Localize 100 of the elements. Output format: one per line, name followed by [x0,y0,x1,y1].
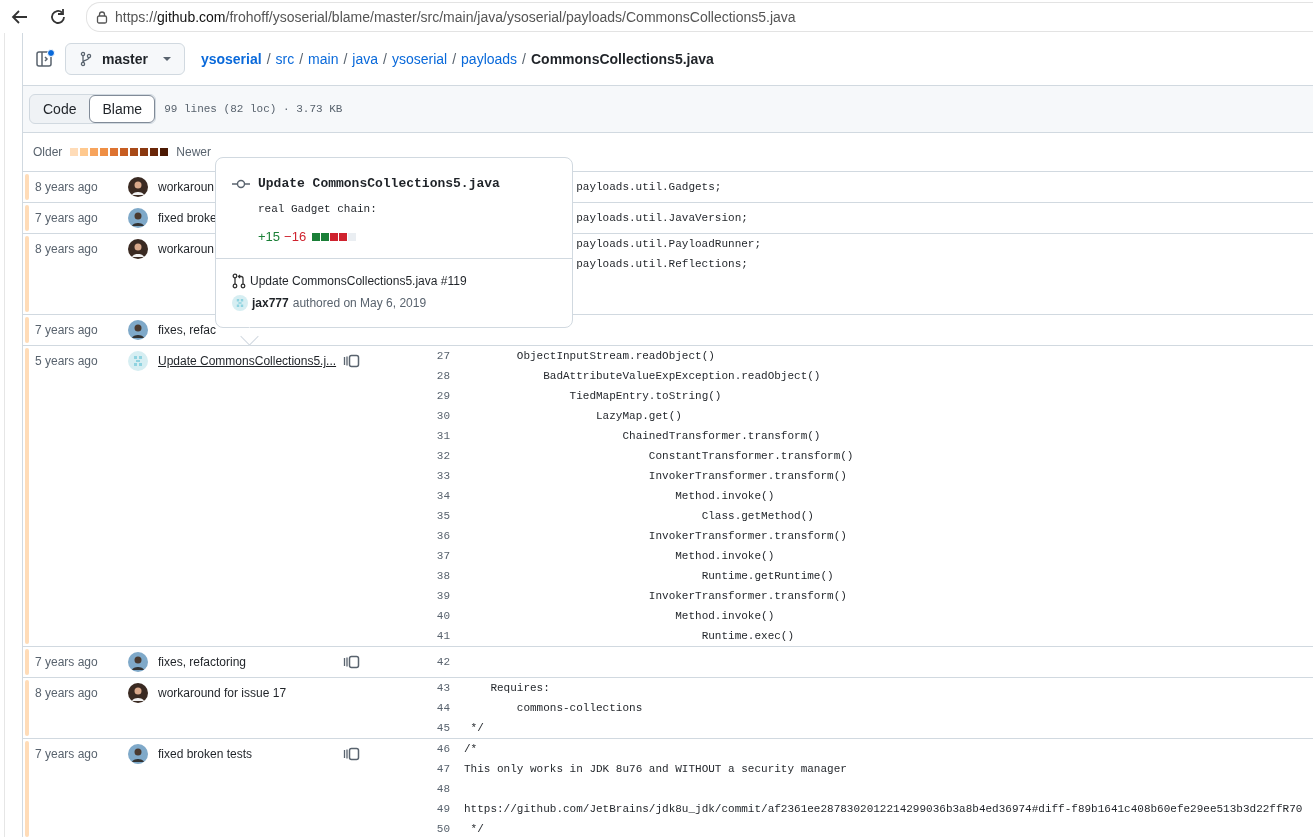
avatar-icon[interactable] [128,239,148,259]
code-line: commons-collections [515,702,643,714]
code-line: InvokerTransformer.transform() [647,470,847,482]
code-line: payloads.util.PayloadRunner; [576,238,762,250]
code-line: payloads.util.Gadgets; [576,181,722,193]
code-line: LazyMap.get() [595,410,682,422]
commit-icon [232,178,250,189]
code-line: */ [469,823,484,835]
commit-title[interactable]: Update CommonsCollections5.java [258,176,500,191]
commit-message[interactable]: workaround for issue 17 [158,683,343,703]
breadcrumb-link[interactable]: java [352,51,379,67]
view-tab[interactable]: Blame [89,95,156,123]
code-line: /* [464,743,478,755]
legend-label: Older [33,145,63,159]
view-tab[interactable]: Code [30,95,90,123]
line-number: 31 [436,430,450,442]
avatar-icon[interactable] [128,177,148,197]
pull-request-icon [232,273,246,289]
line-number: 36 [436,530,450,542]
sidebar-toggle-icon[interactable] [35,49,55,69]
commit-description: real Gadget chain: [258,203,378,215]
avatar-icon[interactable] [128,683,148,703]
line-number: 39 [436,590,450,602]
reblame-icon[interactable] [343,747,361,761]
commit-age: 5 years ago [35,353,99,370]
line-number: 40 [436,610,450,622]
commit-age: 8 years ago [35,241,99,258]
line-number: 32 [436,450,450,462]
line-number: 41 [436,630,450,642]
code-line: TiedMapEntry.toString() [568,390,722,402]
avatar-icon[interactable] [128,208,148,228]
avatar-icon[interactable] [128,744,148,764]
line-number: 38 [436,570,450,582]
commit-age: 8 years ago [35,685,99,702]
breadcrumb-separator: / [452,51,457,67]
line-number: 35 [436,510,450,522]
breadcrumb-link[interactable]: ysoserial [391,51,448,67]
line-number: 42 [436,656,450,668]
branch-icon [78,51,94,67]
code-line: Runtime.getRuntime() [700,570,834,582]
code-line: Runtime.exec() [700,630,795,642]
breadcrumb-separator: / [522,51,526,67]
address-bar[interactable]: https://github.com/frohoff/ysoserial/blame/master/src/main/java/ysoserial/payloads/CommonsCollections5.java [86,1,1313,32]
breadcrumb-link[interactable]: src [275,51,295,67]
line-number: 34 [436,490,450,502]
code-line: https://github.com/JetBrains/jdk8u_jdk/commit/af2361ee2878302012214299036b3a8b4ed36974#diff-f89b1641c408b60efe29ee513b3d22ffR70 [464,803,1303,815]
file-name: CommonsCollections5.java [531,51,714,67]
code-line: payloads.util.JavaVersion; [576,212,748,224]
code-line: Method.invoke() [674,550,775,562]
pull-request-link[interactable]: Update CommonsCollections5.java #119 [250,274,467,288]
code-line: ConstantTransformer.transform() [647,450,854,462]
commit-age: 7 years ago [35,210,99,227]
line-number: 28 [436,370,450,382]
breadcrumb-separator: / [343,51,348,67]
avatar-icon[interactable] [128,320,148,340]
breadcrumb-separator: / [266,51,271,67]
breadcrumb-separator: / [299,51,304,67]
commit-age: 7 years ago [35,322,99,339]
authored-date: authored on May 6, 2019 [292,296,427,310]
line-number: 46 [436,743,450,755]
line-number: 50 [436,823,450,835]
author-link[interactable]: jax777 [252,296,289,310]
commit-message[interactable]: fixed broken tests [158,744,343,764]
additions-count: +15 [258,229,281,244]
reload-icon[interactable] [48,6,68,27]
diffstat-square [339,232,348,241]
code-line: ObjectInputStream.readObject() [515,350,715,362]
diffstat-square [330,232,339,241]
line-number: 33 [436,470,450,482]
line-number: 37 [436,550,450,562]
diffstat-square [348,232,357,241]
diffstat-square [312,232,321,241]
url-text: https://github.com/frohoff/ysoserial/blame/master/src/main/java/ysoserial/payloads/CommonsCollections5.java [115,8,796,25]
code-line: Class.getMethod() [700,510,814,522]
code-line: InvokerTransformer.transform() [647,530,847,542]
line-number: 43 [436,682,450,694]
breadcrumb-link[interactable]: ysoserial [200,51,262,67]
reblame-icon[interactable] [343,354,361,368]
code-line: Requires: [489,682,550,694]
commit-message-link[interactable]: Update CommonsCollections5.j... [158,351,343,371]
lock-icon [95,9,109,24]
line-number: 27 [436,350,450,362]
line-number: 44 [436,702,450,714]
commit-age: 7 years ago [35,654,99,671]
file-info: 99 lines (82 loc) · 3.73 KB [164,103,343,115]
code-line: ChainedTransformer.transform() [621,430,821,442]
code-line: Method.invoke() [674,610,775,622]
legend-label: Newer [176,145,212,159]
branch-selector[interactable]: master [65,43,185,75]
commit-age: 8 years ago [35,179,99,196]
commit-message[interactable]: fixes, refactoring [158,652,343,672]
code-line: BadAttributeValueExpException.readObject() [542,370,821,382]
breadcrumb-link[interactable]: main [308,51,339,67]
code-line: This only works in JDK 8u76 and WITHOUT a security manager [464,763,847,775]
breadcrumb-link[interactable]: payloads [461,51,518,67]
line-number: 47 [436,763,450,775]
code-line: */ [469,722,484,734]
reblame-icon[interactable] [343,655,361,669]
code-line: payloads.util.Reflections; [576,258,748,270]
avatar-icon[interactable] [128,652,148,672]
